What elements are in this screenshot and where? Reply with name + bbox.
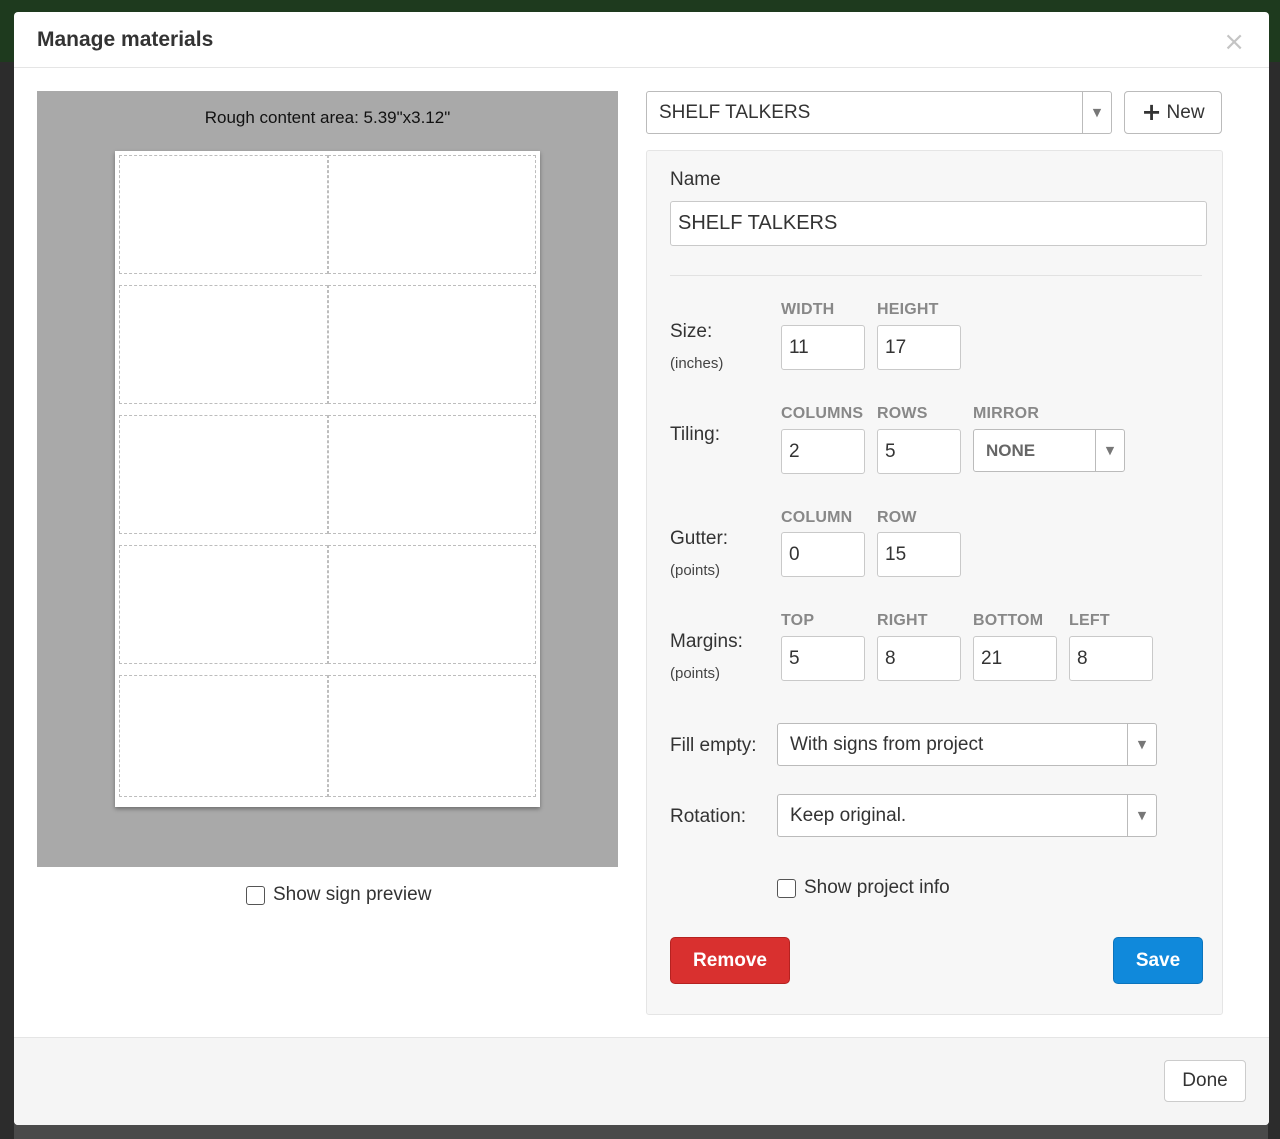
chevron-down-icon[interactable]: ▼ <box>1127 724 1156 765</box>
width-header: WIDTH <box>781 301 835 318</box>
show-sign-preview-label: Show sign preview <box>273 884 432 905</box>
content-area-caption: Rough content area: 5.39"x3.12" <box>204 108 451 127</box>
manage-materials-modal: Manage materials × Rough content area: 5… <box>14 12 1269 1125</box>
remove-button[interactable]: Remove <box>670 937 790 984</box>
gutter-row-input[interactable]: 15 <box>877 532 961 577</box>
tile <box>119 155 328 274</box>
gutter-label: Gutter: <box>670 528 729 549</box>
margins-unit: (points) <box>670 665 721 682</box>
height-header: HEIGHT <box>877 301 939 318</box>
material-preview: Rough content area: 5.39"x3.12" <box>37 91 618 867</box>
rows-input[interactable]: 5 <box>877 429 961 474</box>
columns-input[interactable]: 2 <box>781 429 865 474</box>
width-input[interactable]: 11 <box>781 325 865 370</box>
margins-label: Margins: <box>670 631 743 652</box>
mirror-select-value: NONE <box>986 440 1036 460</box>
new-material-button[interactable]: + New <box>1124 91 1222 134</box>
mirror-header: MIRROR <box>973 405 1040 422</box>
new-button-label: New <box>1166 101 1205 123</box>
modal-footer: Done <box>14 1037 1269 1125</box>
margin-left-input[interactable]: 8 <box>1069 636 1153 681</box>
mirror-select[interactable]: NONE ▼ <box>973 429 1125 472</box>
tiling-label: Tiling: <box>670 424 720 445</box>
gutter-column-header: COLUMN <box>781 509 853 526</box>
gutter-row-header: ROW <box>877 509 917 526</box>
modal-title: Manage materials <box>37 28 214 51</box>
margin-right-input[interactable]: 8 <box>877 636 961 681</box>
modal-header: Manage materials × <box>14 12 1269 68</box>
gutter-column-input[interactable]: 0 <box>781 532 865 577</box>
margin-bottom-header: BOTTOM <box>973 612 1044 629</box>
chevron-down-icon[interactable]: ▼ <box>1082 92 1111 133</box>
backdrop-left-edge <box>0 62 14 1139</box>
tile <box>119 545 328 664</box>
close-icon[interactable]: × <box>1223 29 1245 55</box>
backdrop-right-edge <box>1268 62 1280 1139</box>
size-label: Size: <box>670 321 713 342</box>
material-select-value: SHELF TALKERS <box>659 101 811 123</box>
fill-empty-select[interactable]: With signs from project ▼ <box>777 723 1157 766</box>
tile <box>328 415 536 534</box>
material-select[interactable]: SHELF TALKERS ▼ <box>646 91 1112 134</box>
name-input[interactable]: SHELF TALKERS <box>670 201 1207 246</box>
rows-header: ROWS <box>877 405 928 422</box>
rotation-label: Rotation: <box>670 806 747 827</box>
height-input[interactable]: 17 <box>877 325 961 370</box>
margin-bottom-input[interactable]: 21 <box>973 636 1057 681</box>
plus-icon: + <box>1141 97 1162 126</box>
columns-header: COLUMNS <box>781 405 864 422</box>
show-project-info-checkbox[interactable] <box>777 878 796 898</box>
show-project-info-label: Show project info <box>804 877 950 898</box>
chevron-down-icon[interactable]: ▼ <box>1127 795 1156 836</box>
show-sign-preview-checkbox[interactable] <box>246 885 265 905</box>
name-label: Name <box>670 169 721 190</box>
rotation-value: Keep original. <box>790 804 907 826</box>
material-form: Name SHELF TALKERS WIDTH HEIGHT Size: (i… <box>646 150 1223 1015</box>
save-button[interactable]: Save <box>1113 937 1203 984</box>
margin-top-input[interactable]: 5 <box>781 636 865 681</box>
show-project-info-toggle[interactable]: Show project info <box>777 877 950 899</box>
tile <box>328 155 536 274</box>
done-button[interactable]: Done <box>1164 1060 1246 1102</box>
tile <box>119 415 328 534</box>
fill-empty-label: Fill empty: <box>670 735 757 756</box>
fill-empty-value: With signs from project <box>790 733 984 755</box>
show-sign-preview-toggle[interactable]: Show sign preview <box>246 884 431 906</box>
tile <box>119 675 328 797</box>
gutter-unit: (points) <box>670 562 721 579</box>
margin-left-header: LEFT <box>1069 612 1110 629</box>
tile <box>119 285 328 404</box>
margin-top-header: TOP <box>781 612 815 629</box>
rotation-select[interactable]: Keep original. ▼ <box>777 794 1157 837</box>
tile <box>328 285 536 404</box>
chevron-down-icon[interactable]: ▼ <box>1095 430 1124 471</box>
tile <box>328 675 536 797</box>
form-divider <box>670 275 1202 276</box>
margin-right-header: RIGHT <box>877 612 928 629</box>
tile <box>328 545 536 664</box>
size-unit: (inches) <box>670 355 724 372</box>
sheet-preview <box>115 151 540 807</box>
